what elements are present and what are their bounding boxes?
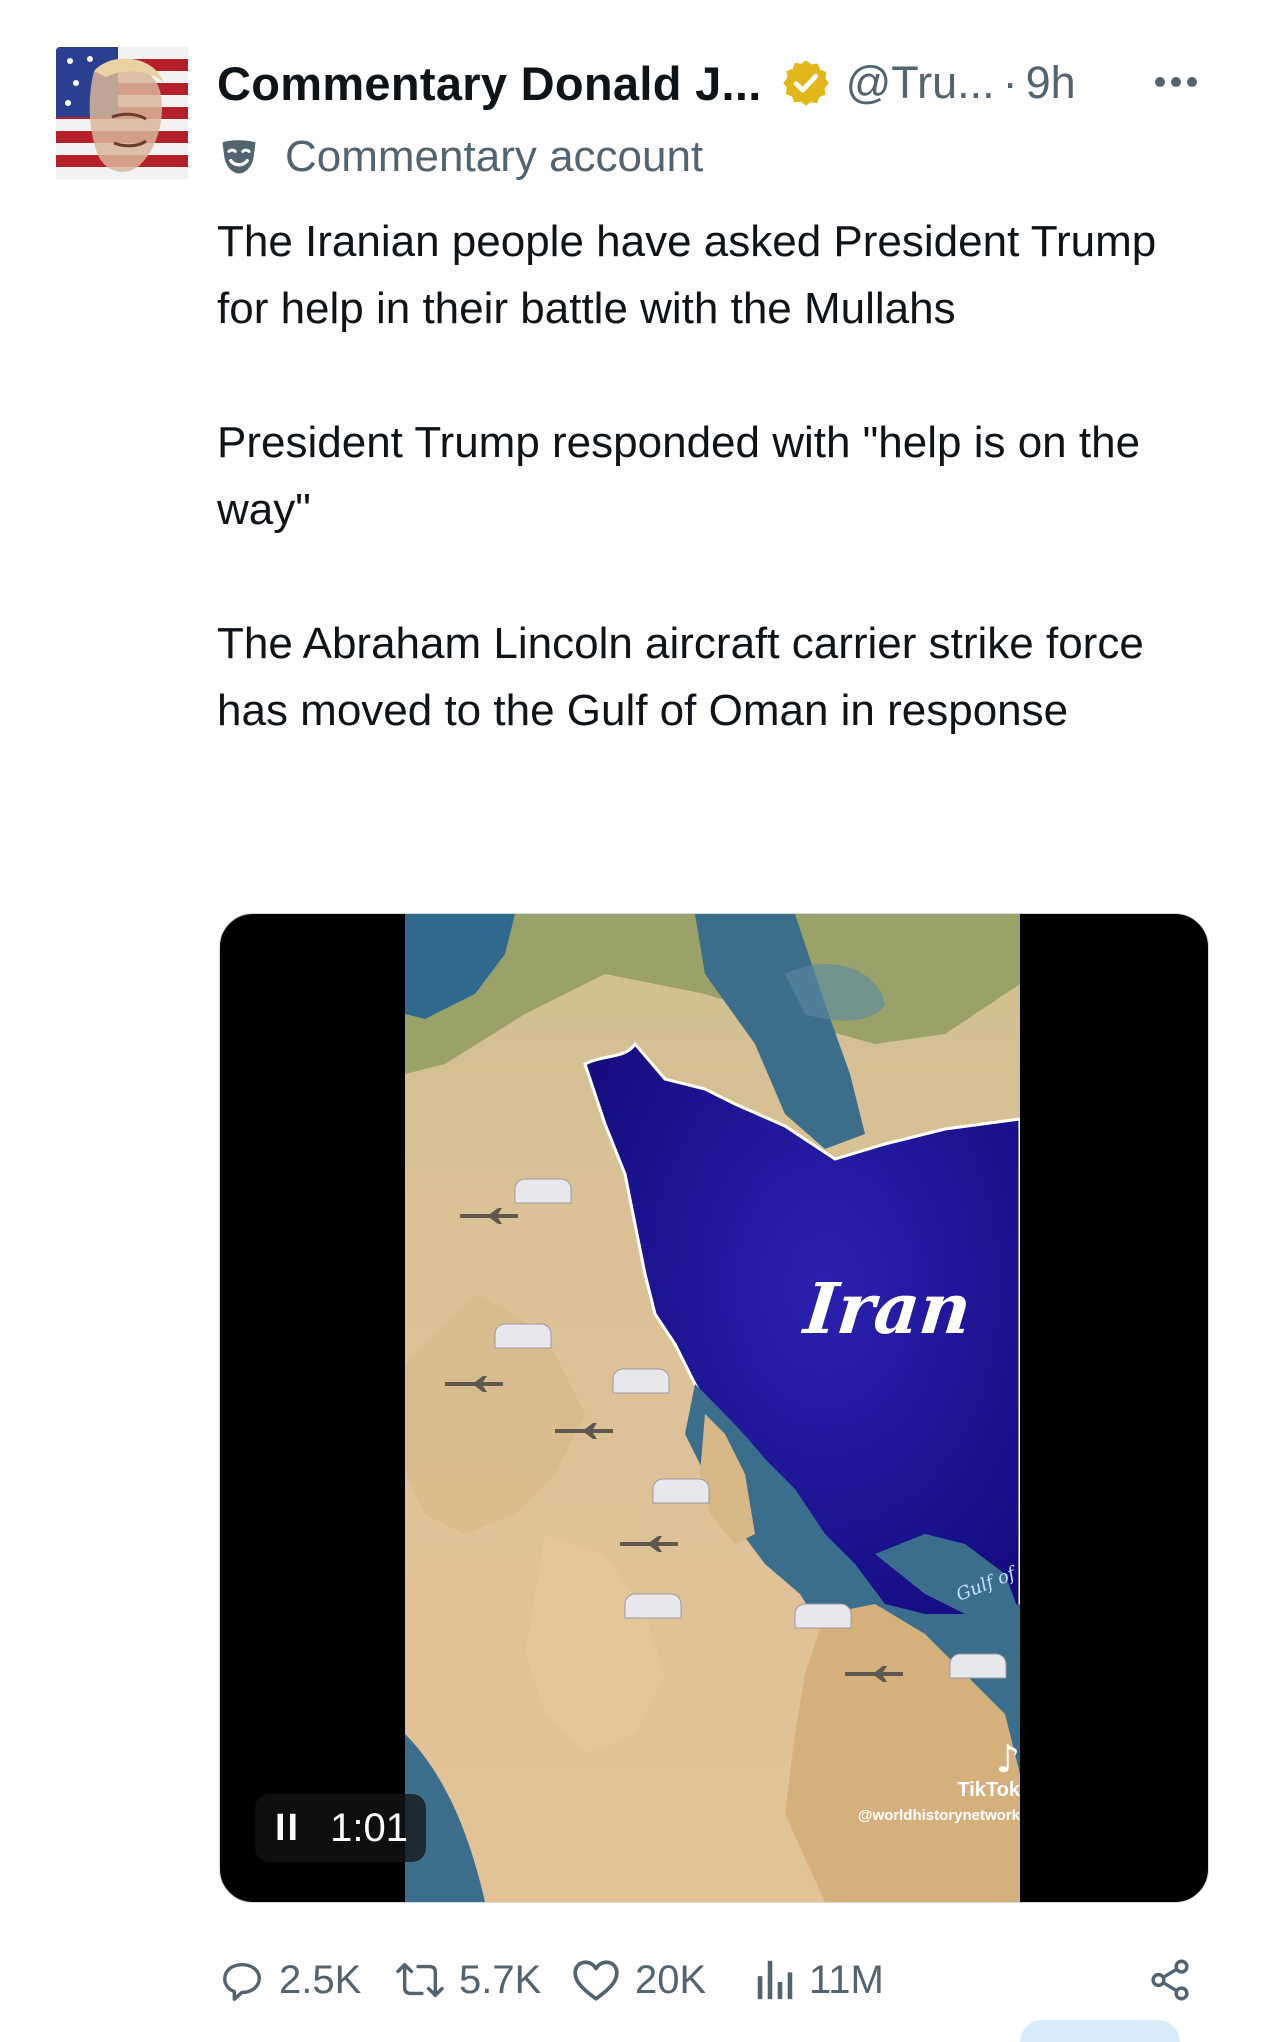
reply-count: 2.5K [279, 1957, 362, 2002]
verified-badge-icon[interactable] [780, 57, 832, 109]
views-icon [757, 1960, 793, 2000]
tweet-text: The Iranian people have asked President … [217, 208, 1217, 744]
repost-icon [396, 1962, 444, 1998]
tiktok-logo-icon: ♪ [995, 1737, 1020, 1781]
share-icon [1151, 1959, 1189, 2001]
timestamp[interactable]: 9h [1026, 57, 1076, 109]
tweet-header: Commentary Donald J... @Tru... · 9h [217, 48, 1076, 118]
share-button[interactable] [1147, 1940, 1207, 2020]
more-icon[interactable] [1150, 56, 1202, 108]
handle[interactable]: @Tru... [846, 57, 995, 109]
views-count: 11M [809, 1957, 884, 2002]
reply-button[interactable]: 2.5K [219, 1940, 361, 2020]
video-player[interactable]: Iran Gulf of ♪ TikTok @worldhistorynetwo… [219, 913, 1209, 1903]
tiktok-username: @worldhistorynetwork [857, 1807, 1020, 1824]
views-button[interactable]: 11M [755, 1940, 884, 2020]
avatar[interactable] [56, 47, 188, 179]
video-time: 1:01 [330, 1805, 408, 1850]
like-button[interactable]: 20K [571, 1940, 706, 2020]
action-bar: 2.5K 5.7K 20K 11M [219, 1940, 1219, 2020]
reply-icon [223, 1962, 261, 2001]
map-label-iran: Iran [800, 1267, 976, 1350]
tiktok-watermark: ♪ TikTok [925, 1739, 1020, 1802]
separator-dot: · [1002, 57, 1018, 108]
tiktok-brand: TikTok [957, 1779, 1020, 1801]
pause-icon[interactable]: II [275, 1807, 300, 1850]
like-count: 20K [635, 1957, 707, 2002]
repost-count: 5.7K [459, 1957, 542, 2002]
display-name[interactable]: Commentary Donald J... [217, 56, 762, 111]
tweet-paragraph: President Trump responded with "help is … [217, 418, 1141, 534]
video-timer[interactable]: II 1:01 [255, 1794, 426, 1862]
tweet[interactable]: Commentary Donald J... @Tru... · 9h Comm… [0, 0, 1264, 2042]
repost-button[interactable]: 5.7K [395, 1940, 541, 2020]
tweet-paragraph: The Abraham Lincoln aircraft carrier str… [217, 619, 1144, 735]
avatar-image [56, 47, 188, 179]
like-icon [573, 1960, 619, 2001]
account-label-text: Commentary account [285, 132, 704, 181]
account-label: Commentary account [217, 132, 703, 182]
video-frame[interactable]: Iran Gulf of ♪ TikTok @worldhistorynetwo… [405, 914, 1020, 1902]
comedy-mask-icon [222, 140, 256, 174]
tweet-paragraph: The Iranian people have asked President … [217, 217, 1157, 333]
scroll-indicator [1020, 2020, 1180, 2042]
